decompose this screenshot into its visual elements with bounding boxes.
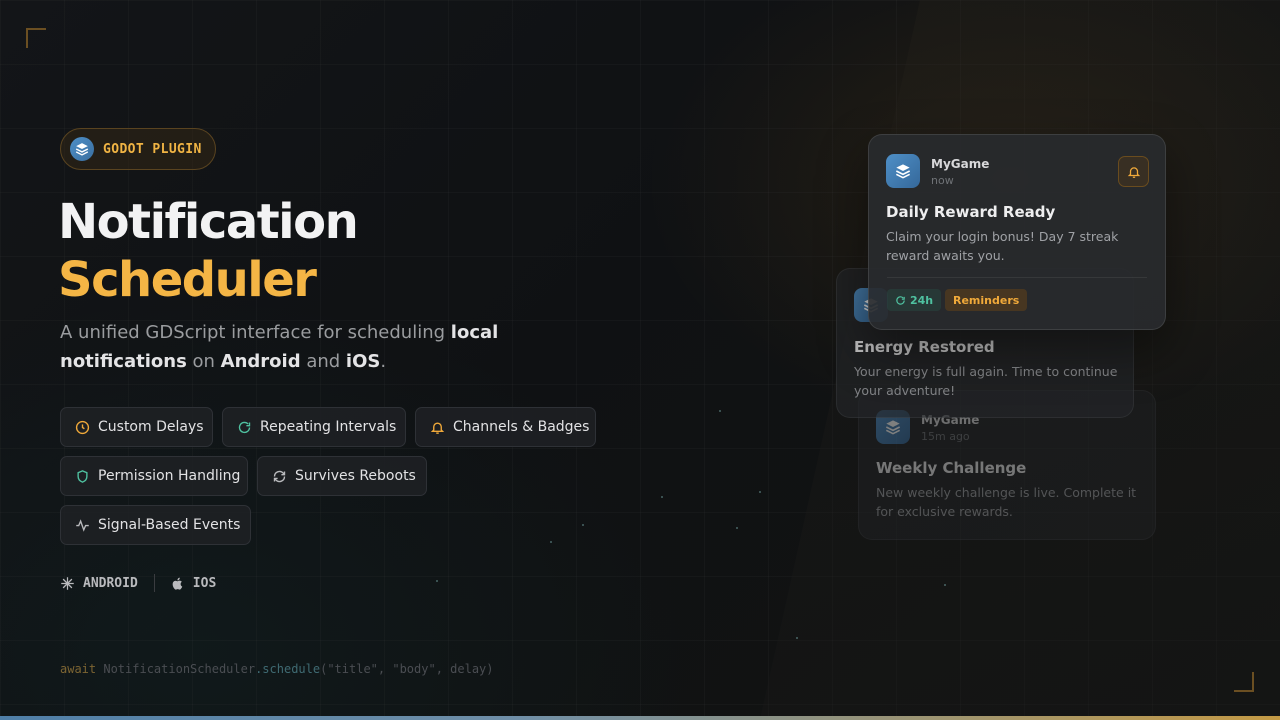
- star-dot: [582, 524, 584, 526]
- activity-icon: [76, 518, 89, 532]
- star-dot: [944, 584, 946, 586]
- feature-chip-repeating-intervals: Repeating Intervals: [222, 407, 406, 447]
- shield-icon: [77, 469, 88, 483]
- feature-chip-signal-events: Signal-Based Events: [60, 505, 251, 545]
- notification-app-name: MyGame: [931, 157, 990, 171]
- page-subtitle: A unified GDScript interface for schedul…: [60, 318, 530, 376]
- subtitle-text: .: [380, 351, 387, 372]
- plugin-badge: GODOT PLUGIN: [60, 128, 216, 170]
- star-dot: [759, 491, 761, 493]
- star-dot: [661, 496, 663, 498]
- platform-list: ANDROID IOS: [60, 572, 216, 594]
- clock-icon: [75, 420, 90, 434]
- notification-title: Daily Reward Ready: [886, 203, 1056, 221]
- bell-icon: [430, 421, 445, 434]
- corner-bracket-top-left: [26, 28, 46, 48]
- apple-icon: [172, 577, 183, 590]
- star-dot: [736, 527, 738, 529]
- chip-label: Repeating Intervals: [260, 419, 397, 435]
- repeat-icon: [238, 421, 251, 433]
- chip-label: Channels & Badges: [453, 419, 590, 435]
- chip-label: Permission Handling: [98, 468, 241, 484]
- feature-chip-channels-badges: Channels & Badges: [415, 407, 596, 447]
- star-dot: [796, 637, 798, 639]
- star-dot: [719, 410, 721, 412]
- code-class: NotificationScheduler: [103, 662, 256, 676]
- code-method: .schedule: [255, 662, 321, 676]
- page-title-line-1: Notification: [58, 194, 359, 250]
- feature-chip-survives-reboots: Survives Reboots: [257, 456, 427, 496]
- notification-title: Weekly Challenge: [876, 459, 1027, 477]
- corner-bracket-bottom-right: [1234, 672, 1254, 692]
- notification-time: 15m ago: [921, 430, 970, 443]
- code-args: ("title", "body", delay): [320, 662, 494, 676]
- subtitle-highlight: Android: [220, 351, 301, 372]
- subtitle-text: and: [300, 351, 346, 372]
- notification-divider: [887, 277, 1147, 278]
- android-icon: [61, 576, 74, 590]
- chip-label: Survives Reboots: [295, 468, 416, 484]
- notification-body: Claim your login bonus! Day 7 streak rew…: [886, 229, 1119, 263]
- badge-label: GODOT PLUGIN: [103, 141, 202, 157]
- chip-label: Signal-Based Events: [98, 517, 241, 533]
- repeat-icon: [896, 295, 905, 305]
- chip-label: Custom Delays: [98, 419, 204, 435]
- star-dot: [436, 580, 438, 582]
- code-snippet: await NotificationScheduler.schedule("ti…: [60, 662, 494, 676]
- bottom-accent-bar: [0, 716, 1280, 720]
- notification-bell-button[interactable]: [1118, 156, 1149, 187]
- platform-label-ios: IOS: [192, 575, 217, 591]
- subtitle-highlight: iOS: [345, 351, 381, 372]
- notification-card-daily-reward[interactable]: MyGame now Daily Reward Ready Claim your…: [868, 134, 1166, 330]
- app-icon: [886, 154, 920, 188]
- feature-chip-custom-delays: Custom Delays: [60, 407, 213, 447]
- notification-time: now: [931, 174, 954, 187]
- channel-tag: Reminders: [945, 289, 1028, 311]
- notification-body: New weekly challenge is live. Complete i…: [876, 485, 1137, 519]
- code-keyword: await: [60, 662, 97, 676]
- layers-icon: [70, 137, 94, 161]
- feature-chip-permission-handling: Permission Handling: [60, 456, 248, 496]
- tag-label: 24h: [910, 293, 934, 307]
- subtitle-text: A unified GDScript interface for schedul…: [60, 322, 451, 343]
- repeat-interval-tag: 24h: [887, 289, 942, 311]
- page-title-line-2: Scheduler: [58, 252, 317, 308]
- star-dot: [550, 541, 552, 543]
- bell-icon: [1127, 166, 1140, 178]
- notification-body: Your energy is full again. Time to conti…: [854, 364, 1118, 398]
- platform-label-android: ANDROID: [83, 575, 138, 591]
- refresh-icon: [273, 470, 286, 482]
- notification-title: Energy Restored: [854, 338, 995, 356]
- platform-divider: [153, 574, 155, 592]
- subtitle-text: on: [186, 351, 221, 372]
